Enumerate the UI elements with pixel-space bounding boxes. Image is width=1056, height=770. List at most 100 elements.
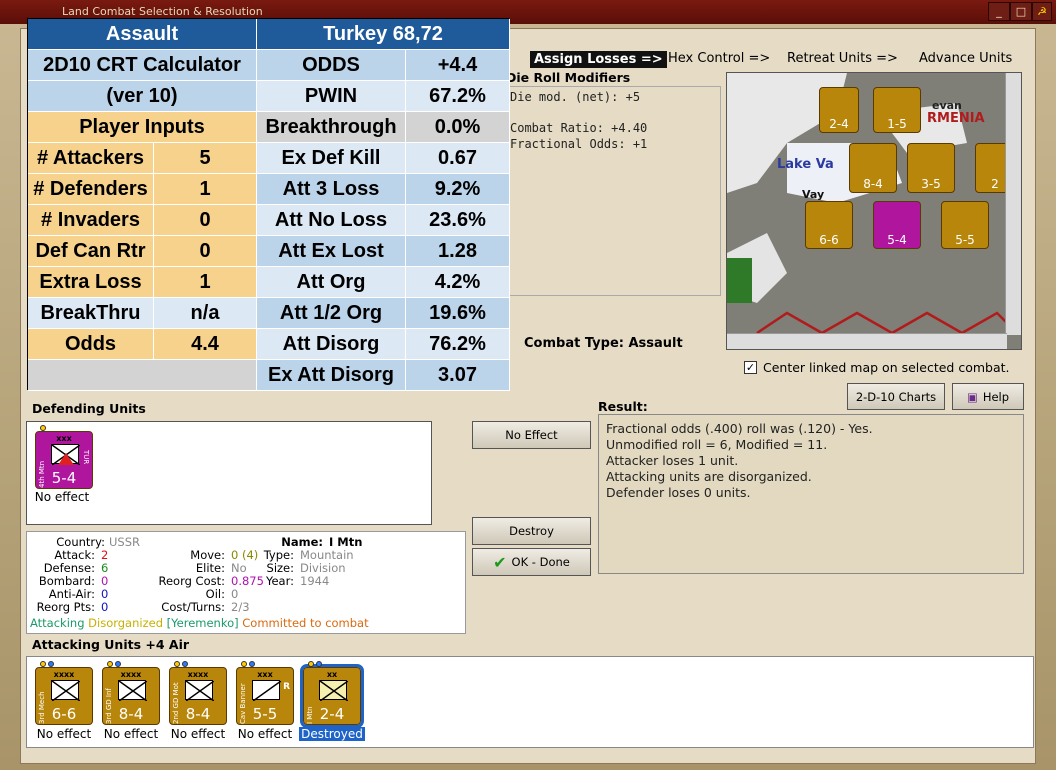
input-label: # Attackers <box>28 143 154 174</box>
input-value: 0 <box>154 205 257 236</box>
input-label: Extra Loss <box>28 267 154 298</box>
defender-status: No effect <box>34 490 90 504</box>
maximize-button[interactable]: □ <box>1010 2 1032 21</box>
reorgpts-value: 0 <box>101 600 109 614</box>
attacker-status: No effect <box>103 727 159 741</box>
unit-symbol-icon <box>185 680 215 702</box>
result-stat-label: Att Org <box>257 267 406 298</box>
unit-size: xxx <box>257 670 273 679</box>
checkmark-icon: ✔ <box>493 552 507 572</box>
input-label: Odds <box>28 329 154 360</box>
unit-strength: 6-6 <box>51 705 77 723</box>
result-stat-value: 23.6% <box>406 205 510 236</box>
map-vertical-scrollbar[interactable] <box>1005 73 1021 335</box>
unit-info-panel: Country: USSR Attack: 2 Defense: 6 Bomba… <box>26 531 466 634</box>
unit-symbol-icon <box>319 680 349 702</box>
mini-map[interactable]: evan RMENIA Lake Va Vay 2-4 1-5 8-4 3-5 … <box>726 72 1022 350</box>
attacker-status: Destroyed <box>299 727 365 741</box>
ok-done-button[interactable]: ✔ OK - Done <box>472 548 591 576</box>
book-icon: ▣ <box>966 389 978 404</box>
attacker-status: No effect <box>36 727 92 741</box>
result-stat-value: 4.2% <box>406 267 510 298</box>
bombard-label: Bombard: <box>38 574 95 588</box>
map-counter[interactable]: 6-6 <box>805 201 853 249</box>
destroy-button[interactable]: Destroy <box>472 517 591 545</box>
map-counter-selected[interactable]: 5-4 <box>873 201 921 249</box>
map-label-van: Vay <box>802 188 824 201</box>
result-stat-label: Ex Def Kill <box>257 143 406 174</box>
type-value: Mountain <box>300 548 354 562</box>
result-stat-label: PWIN <box>257 81 406 112</box>
unit-strength: 5-5 <box>252 705 278 723</box>
attacker-counter[interactable]: xxxx 3rd GD Inf 8-4 <box>102 661 160 725</box>
reorgcost-value: 0.875 <box>231 574 264 588</box>
result-stat-value: 67.2% <box>406 81 510 112</box>
help-button[interactable]: ▣ Help <box>952 383 1024 410</box>
center-linked-label: Center linked map on selected combat. <box>763 360 1010 375</box>
result-stat-label: ODDS <box>257 50 406 81</box>
map-counter[interactable]: 2-4 <box>819 87 859 133</box>
crt-title: 2D10 CRT Calculator <box>28 50 257 81</box>
input-value: 0 <box>154 236 257 267</box>
app-window: Land Combat Selection & Resolution _ □ ☭… <box>0 0 1056 770</box>
tab-advance-units[interactable]: Advance Units <box>919 51 1012 66</box>
charts-button[interactable]: 2-D-10 Charts <box>847 383 945 410</box>
map-counter[interactable]: 8-4 <box>849 143 897 193</box>
attacker-status: No effect <box>237 727 293 741</box>
map-counter[interactable]: 3-5 <box>907 143 955 193</box>
oil-label: Oil: <box>205 587 225 601</box>
attacker-counter[interactable]: xx I Mtn 2-4 <box>300 661 364 728</box>
status-committed: Committed to combat <box>242 616 369 630</box>
attacker-counter[interactable]: xxxx 3rd Mech 6-6 <box>35 661 93 725</box>
attacker-counter[interactable]: xxxx 2nd GD Mot 8-4 <box>169 661 227 725</box>
result-line: Fractional odds (.400) roll was (.120) -… <box>606 421 873 436</box>
player-inputs-header: Player Inputs <box>28 112 257 143</box>
result-line: Unmodified roll = 6, Modified = 11. <box>606 437 828 452</box>
map-horizontal-scrollbar[interactable] <box>727 333 1007 349</box>
attacking-units-label: Attacking Units +4 Air <box>32 637 190 652</box>
input-value: n/a <box>154 298 257 329</box>
unit-status-line: Attacking Disorganized [Yeremenko] Commi… <box>30 616 369 630</box>
result-box: Fractional odds (.400) roll was (.120) -… <box>598 414 1024 574</box>
result-stat-label: Breakthrough <box>257 112 406 143</box>
reorgcost-label: Reorg Cost: <box>158 574 225 588</box>
tab-assign-losses[interactable]: Assign Losses => <box>530 51 667 68</box>
result-stat-value: +4.4 <box>406 50 510 81</box>
defending-units-label: Defending Units <box>32 401 146 416</box>
center-linked-checkbox[interactable]: ✓ Center linked map on selected combat. <box>744 360 1010 375</box>
tab-hex-control[interactable]: Hex Control => <box>668 51 770 66</box>
input-value: 1 <box>154 174 257 205</box>
reorgpts-label: Reorg Pts: <box>36 600 95 614</box>
result-line: Attacker loses 1 unit. <box>606 453 739 468</box>
attacker-status: No effect <box>170 727 226 741</box>
minimize-button[interactable]: _ <box>988 2 1010 21</box>
size-value: Division <box>300 561 346 575</box>
defense-value: 6 <box>101 561 109 575</box>
result-stat-label: Att Ex Lost <box>257 236 406 267</box>
attacker-counter[interactable]: xxx Cav Banner 5-5 R <box>236 661 294 725</box>
check-icon[interactable]: ✓ <box>744 361 757 374</box>
unit-size: xxxx <box>53 670 75 679</box>
status-leader: [Yeremenko] <box>166 616 239 630</box>
die-roll-header: Die Roll Modifiers <box>506 70 631 85</box>
map-counter[interactable]: 1-5 <box>873 87 921 133</box>
result-label: Result: <box>598 399 648 414</box>
map-counter[interactable]: 5-5 <box>941 201 989 249</box>
result-line: Attacking units are disorganized. <box>606 469 812 484</box>
tab-retreat-units[interactable]: Retreat Units => <box>787 51 898 66</box>
move-value: 0 (4) <box>231 548 259 562</box>
defending-units-box: xxx 4th Mtn 5-4 TUR No effect <box>26 421 432 525</box>
unit-strength: 8-4 <box>185 705 211 723</box>
unit-strength: 8-4 <box>118 705 144 723</box>
input-value: 1 <box>154 267 257 298</box>
help-label: Help <box>982 389 1010 404</box>
unit-symbol-icon <box>252 680 282 702</box>
defender-counter[interactable]: xxx 4th Mtn 5-4 TUR <box>35 425 93 489</box>
size-label: Size: <box>266 561 294 575</box>
crt-header-location: Turkey 68,72 <box>257 19 510 50</box>
result-stat-label: Att No Loss <box>257 205 406 236</box>
type-label: Type: <box>263 548 294 562</box>
no-effect-button[interactable]: No Effect <box>472 421 591 449</box>
input-label: # Invaders <box>28 205 154 236</box>
input-label: # Defenders <box>28 174 154 205</box>
